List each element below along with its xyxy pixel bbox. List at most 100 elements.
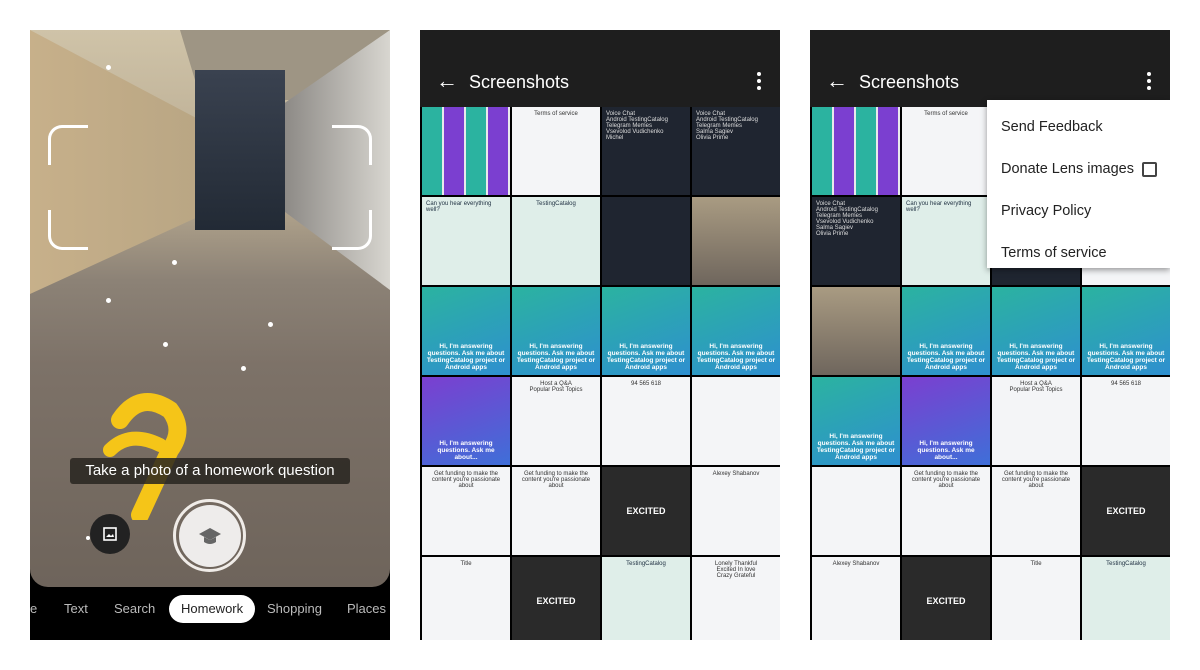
thumbnail-text: 94 565 618 xyxy=(1110,381,1142,387)
screenshot-thumbnail[interactable]: TestingCatalog xyxy=(512,197,600,285)
screenshots-gallery-menu: ← Screenshots Terms of service Voice Chat… xyxy=(810,30,1170,640)
menu-send-feedback[interactable]: Send Feedback xyxy=(987,106,1170,148)
screenshot-thumbnail[interactable]: Host a Q&A Popular Post Topics xyxy=(512,377,600,465)
lens-camera-screen: Take a photo of a homework question e Te… xyxy=(30,30,390,640)
mode-selector: e Text Search Homework Shopping Places xyxy=(30,595,390,625)
back-arrow-icon[interactable]: ← xyxy=(826,70,848,92)
screenshot-thumbnail[interactable]: Hi, I'm answering questions. Ask me abou… xyxy=(422,377,510,465)
thumbnail-text: Host a Q&A Popular Post Topics xyxy=(1009,381,1063,393)
thumbnail-text: Hi, I'm answering questions. Ask me abou… xyxy=(606,343,686,371)
feature-dot xyxy=(241,366,246,371)
screenshot-thumbnail[interactable]: 94 565 618 xyxy=(1082,377,1170,465)
screenshot-thumbnail[interactable] xyxy=(692,197,780,285)
screenshot-thumbnail[interactable] xyxy=(812,287,900,375)
thumbnail-text: Hi, I'm answering questions. Ask me abou… xyxy=(996,343,1076,371)
frame-corner-br xyxy=(332,210,372,250)
more-vert-icon[interactable] xyxy=(756,72,762,90)
screenshot-thumbnail[interactable]: Hi, I'm answering questions. Ask me abou… xyxy=(1082,287,1170,375)
screenshot-thumbnail[interactable] xyxy=(812,467,900,555)
screenshot-thumbnail[interactable]: Terms of service xyxy=(902,107,990,195)
screenshot-thumbnail[interactable]: Hi, I'm answering questions. Ask me abou… xyxy=(992,287,1080,375)
screenshot-thumbnail[interactable]: EXCITED xyxy=(1082,467,1170,555)
screenshot-thumbnail[interactable]: Get funding to make the content you're p… xyxy=(422,467,510,555)
menu-label: Send Feedback xyxy=(1001,119,1103,135)
image-icon xyxy=(103,527,117,541)
screenshot-thumbnail[interactable]: TestingCatalog xyxy=(602,557,690,640)
screenshot-thumbnail[interactable]: Get funding to make the content you're p… xyxy=(992,467,1080,555)
thumbnail-text: Voice Chat Android TestingCatalog Telegr… xyxy=(816,201,878,237)
screenshot-thumbnail[interactable] xyxy=(602,197,690,285)
screenshot-thumbnail[interactable]: 94 565 618 xyxy=(602,377,690,465)
screenshot-thumbnail[interactable]: Host a Q&A Popular Post Topics xyxy=(992,377,1080,465)
screenshot-thumbnail[interactable]: Get funding to make the content you're p… xyxy=(902,467,990,555)
thumbnail-text: Hi, I'm answering questions. Ask me abou… xyxy=(1086,343,1166,371)
feature-dot xyxy=(163,342,168,347)
feature-dot xyxy=(106,298,111,303)
gallery-button[interactable] xyxy=(90,514,130,554)
mode-shopping[interactable]: Shopping xyxy=(267,595,322,623)
screenshot-thumbnail[interactable]: Title xyxy=(992,557,1080,640)
thumbnail-text: Hi, I'm answering questions. Ask me abou… xyxy=(426,343,506,371)
thumbnail-grid: Terms of service Voice Chat Android Testi… xyxy=(422,107,780,640)
thumbnail-text: Can you hear everything well? xyxy=(906,201,972,213)
donate-checkbox[interactable] xyxy=(1142,161,1157,177)
thumbnail-text: Voice Chat Android TestingCatalog Telegr… xyxy=(606,111,668,141)
thumbnail-text: EXCITED xyxy=(926,596,966,606)
screenshot-thumbnail[interactable]: Terms of service xyxy=(512,107,600,195)
screenshot-thumbnail[interactable]: EXCITED xyxy=(602,467,690,555)
mode-translate[interactable]: e xyxy=(30,595,37,623)
thumbnail-text: Get funding to make the content you're p… xyxy=(1001,471,1071,489)
screenshot-thumbnail[interactable]: EXCITED xyxy=(902,557,990,640)
camera-viewfinder[interactable]: Take a photo of a homework question xyxy=(30,30,390,587)
screenshot-thumbnail[interactable]: Title xyxy=(422,557,510,640)
screenshot-thumbnail[interactable]: Hi, I'm answering questions. Ask me abou… xyxy=(812,377,900,465)
thumbnail-text: Hi, I'm answering questions. Ask me abou… xyxy=(816,433,896,461)
thumbnail-text: Hi, I'm answering questions. Ask me abou… xyxy=(516,343,596,371)
thumbnail-text: Get funding to make the content you're p… xyxy=(431,471,501,489)
screenshot-thumbnail[interactable]: TestingCatalog xyxy=(1082,557,1170,640)
screenshot-thumbnail[interactable]: Alexey Shabanov xyxy=(692,467,780,555)
screenshot-thumbnail[interactable]: Hi, I'm answering questions. Ask me abou… xyxy=(422,287,510,375)
screenshot-thumbnail[interactable]: Voice Chat Android TestingCatalog Telegr… xyxy=(692,107,780,195)
pointing-finger-drawing xyxy=(103,393,187,520)
screenshot-thumbnail[interactable]: Hi, I'm answering questions. Ask me abou… xyxy=(602,287,690,375)
thumbnail-text: Host a Q&A Popular Post Topics xyxy=(529,381,583,393)
frame-corner-tl xyxy=(48,125,88,165)
screenshot-thumbnail[interactable]: Hi, I'm answering questions. Ask me abou… xyxy=(692,287,780,375)
thumbnail-text: Get funding to make the content you're p… xyxy=(521,471,591,489)
mode-homework[interactable]: Homework xyxy=(169,595,256,623)
screenshot-thumbnail[interactable]: Hi, I'm answering questions. Ask me abou… xyxy=(902,287,990,375)
screenshot-thumbnail[interactable]: Hi, I'm answering questions. Ask me abou… xyxy=(512,287,600,375)
menu-privacy-policy[interactable]: Privacy Policy xyxy=(987,190,1170,232)
screenshot-thumbnail[interactable]: Lonely Thankful Excited In love Crazy Gr… xyxy=(692,557,780,640)
thumbnail-text: Hi, I'm answering questions. Ask me abou… xyxy=(906,343,986,371)
menu-label: Privacy Policy xyxy=(1001,203,1092,219)
screenshot-thumbnail[interactable]: Voice Chat Android TestingCatalog Telegr… xyxy=(812,197,900,285)
screenshot-thumbnail[interactable] xyxy=(692,377,780,465)
screenshot-thumbnail[interactable]: Get funding to make the content you're p… xyxy=(512,467,600,555)
more-vert-icon[interactable] xyxy=(1146,72,1152,90)
screenshot-thumbnail[interactable] xyxy=(422,107,510,195)
screenshot-thumbnail[interactable]: Alexey Shabanov xyxy=(812,557,900,640)
mode-places[interactable]: Places xyxy=(347,595,386,623)
mode-search[interactable]: Search xyxy=(114,595,155,623)
thumbnail-text: Can you hear everything well? xyxy=(426,201,492,213)
screenshot-thumbnail[interactable]: Voice Chat Android TestingCatalog Telegr… xyxy=(602,107,690,195)
menu-label: Donate Lens images xyxy=(1001,161,1134,177)
mode-text[interactable]: Text xyxy=(64,595,88,623)
menu-terms-of-service[interactable]: Terms of service xyxy=(987,232,1170,274)
homework-hint: Take a photo of a homework question xyxy=(70,458,350,484)
thumbnail-text: EXCITED xyxy=(1106,506,1146,516)
screenshot-thumbnail[interactable]: Hi, I'm answering questions. Ask me abou… xyxy=(902,377,990,465)
thumbnail-text: EXCITED xyxy=(536,596,576,606)
app-bar: ← Screenshots xyxy=(810,30,1170,107)
shutter-button[interactable] xyxy=(173,499,246,572)
screenshot-thumbnail[interactable]: Can you hear everything well? xyxy=(902,197,990,285)
thumbnail-text: Voice Chat Android TestingCatalog Telegr… xyxy=(696,111,758,141)
menu-donate-lens-images[interactable]: Donate Lens images xyxy=(987,148,1170,190)
app-bar: ← Screenshots xyxy=(420,30,780,107)
screenshot-thumbnail[interactable]: EXCITED xyxy=(512,557,600,640)
screenshot-thumbnail[interactable]: Can you hear everything well? xyxy=(422,197,510,285)
back-arrow-icon[interactable]: ← xyxy=(436,70,458,92)
screenshot-thumbnail[interactable] xyxy=(812,107,900,195)
